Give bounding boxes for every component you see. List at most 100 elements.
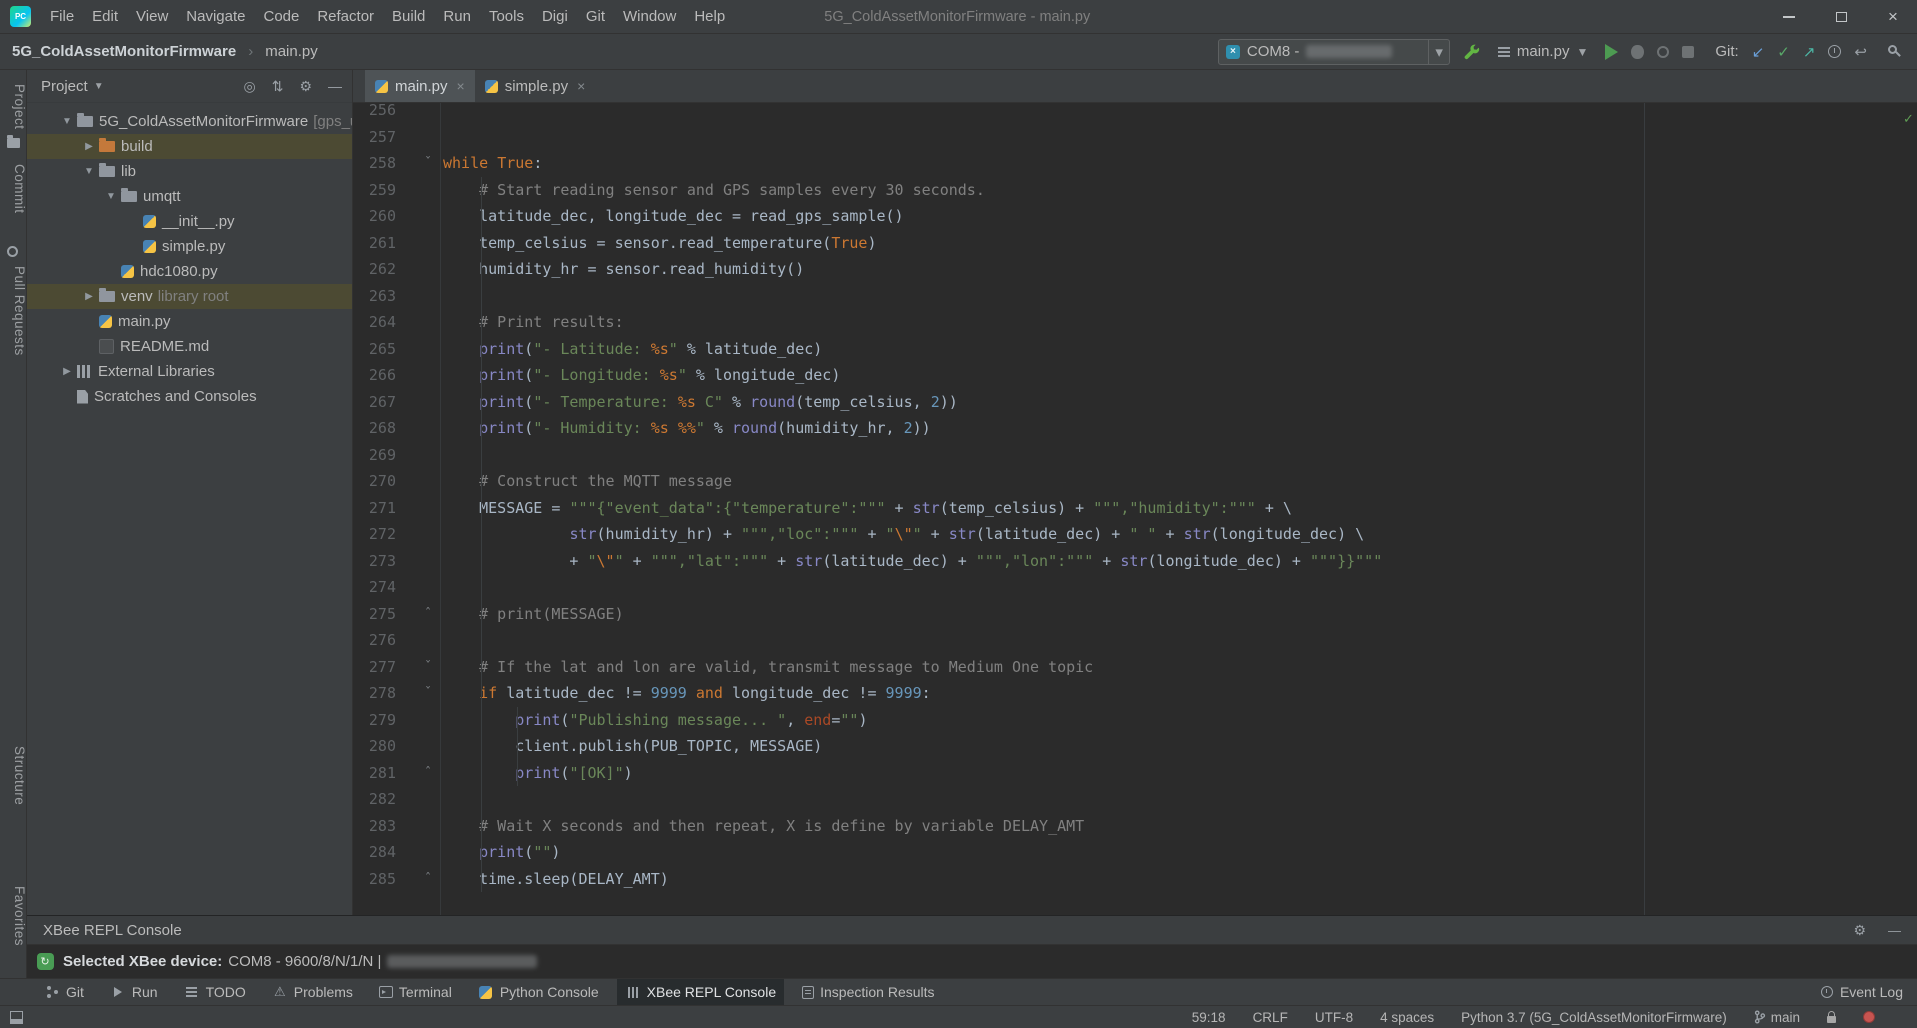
run-button[interactable]	[1605, 44, 1618, 60]
stripe-pull-requests-button[interactable]: Pull Requests	[0, 266, 27, 356]
connect-device-icon[interactable]: ↻	[37, 953, 54, 970]
tree-caret-icon[interactable]: ▶	[57, 359, 77, 384]
fold-icon[interactable]: ˆ	[420, 761, 436, 788]
menu-item-edit[interactable]: Edit	[83, 0, 127, 33]
tree-item-main-py[interactable]: main.py	[27, 309, 352, 334]
tab-simple-py[interactable]: simple.py×	[475, 70, 596, 102]
toolwindow-button-todo[interactable]: TODO	[176, 979, 254, 1005]
toolwindow-button-terminal[interactable]: Terminal	[371, 979, 460, 1005]
caret-position[interactable]: 59:18	[1192, 1010, 1226, 1025]
rollback-icon[interactable]: ↩	[1854, 43, 1867, 61]
gutter-line: 266	[353, 362, 440, 389]
menu-item-help[interactable]: Help	[685, 0, 734, 33]
tree-item-5g-coldassetmonitorfirmware[interactable]: ▼5G_ColdAssetMonitorFirmware[gps_uart	[27, 109, 352, 134]
toolwindow-button-xbee-repl-console[interactable]: XBee REPL Console	[617, 979, 784, 1005]
menu-item-tools[interactable]: Tools	[480, 0, 533, 33]
xctu-wrench-icon[interactable]	[1463, 43, 1481, 61]
settings-gear-icon[interactable]: ⚙	[299, 78, 312, 95]
tree-item-scratches-and-consoles[interactable]: Scratches and Consoles	[27, 384, 352, 409]
toolwindow-switcher-icon[interactable]	[10, 1011, 23, 1024]
console-settings-gear-icon[interactable]: ⚙	[1853, 922, 1866, 939]
tree-caret-icon[interactable]: ▶	[79, 134, 99, 159]
hide-panel-icon[interactable]: —	[328, 78, 342, 94]
toolwindow-button-problems[interactable]: ⚠Problems	[264, 979, 361, 1005]
chevron-down-icon[interactable]: ▼	[94, 81, 104, 92]
close-tab-icon[interactable]: ×	[577, 78, 585, 94]
close-tab-icon[interactable]: ×	[457, 78, 465, 94]
stripe-structure-button[interactable]: Structure	[0, 746, 27, 805]
search-icon[interactable]	[1888, 45, 1897, 54]
toolwindow-button-run[interactable]: Run	[102, 979, 166, 1005]
run-config-select[interactable]: main.py ▼	[1494, 41, 1592, 62]
menu-item-digi[interactable]: Digi	[533, 0, 577, 33]
fold-icon[interactable]: ˆ	[420, 602, 436, 629]
menu-item-run[interactable]: Run	[434, 0, 480, 33]
git-push-icon[interactable]: ↗	[1803, 43, 1816, 61]
tree-caret-icon[interactable]: ▼	[57, 109, 77, 134]
git-commit-icon[interactable]: ✓	[1777, 43, 1790, 61]
file-encoding[interactable]: UTF-8	[1315, 1010, 1353, 1025]
toolwindow-button-inspection-results[interactable]: Inspection Results	[794, 979, 942, 1005]
menu-item-build[interactable]: Build	[383, 0, 434, 33]
stripe-favorites-button[interactable]: Favorites	[0, 886, 27, 946]
tree-caret-icon[interactable]: ▶	[79, 284, 99, 309]
line-number: 278	[369, 684, 396, 702]
fold-icon[interactable]: ˇ	[420, 681, 436, 708]
stripe-pull-request-icon[interactable]	[7, 246, 18, 257]
error-indicator-icon[interactable]	[1863, 1011, 1875, 1023]
history-icon[interactable]	[1828, 45, 1841, 58]
stripe-folder-icon[interactable]	[7, 138, 20, 148]
tree-item-lib[interactable]: ▼lib	[27, 159, 352, 184]
breadcrumb-file[interactable]: main.py	[265, 43, 318, 60]
indent-setting[interactable]: 4 spaces	[1380, 1010, 1434, 1025]
editor-code[interactable]: while True: # Start reading sensor and G…	[441, 103, 1900, 915]
fold-icon[interactable]: ˇ	[420, 655, 436, 682]
menu-item-view[interactable]: View	[127, 0, 177, 33]
expand-collapse-icon[interactable]: ⇅	[272, 78, 284, 95]
stripe-project-button[interactable]: Project	[0, 84, 27, 130]
tree-item-simple-py[interactable]: simple.py	[27, 234, 352, 259]
tree-item-label: simple.py	[162, 234, 225, 259]
com-port-select[interactable]: × COM8 - ▾	[1218, 39, 1450, 65]
menu-item-refactor[interactable]: Refactor	[308, 0, 383, 33]
maximize-button[interactable]	[1833, 9, 1849, 25]
stripe-commit-button[interactable]: Commit	[0, 164, 27, 214]
python-interpreter[interactable]: Python 3.7 (5G_ColdAssetMonitorFirmware)	[1461, 1010, 1727, 1025]
debug-button[interactable]	[1631, 45, 1644, 59]
breadcrumb-separator-icon: ›	[248, 43, 253, 60]
editor-body[interactable]: 256257258ˇ259260261262263264265266267268…	[353, 103, 1917, 915]
close-button[interactable]: ×	[1885, 9, 1901, 25]
toolwindow-button-python-console[interactable]: Python Console	[470, 979, 607, 1005]
tree-item-venv[interactable]: ▶venvlibrary root	[27, 284, 352, 309]
lock-icon[interactable]	[1827, 1016, 1836, 1023]
line-separator[interactable]: CRLF	[1253, 1010, 1288, 1025]
minimize-button[interactable]	[1781, 9, 1797, 25]
tree-caret-icon[interactable]: ▼	[101, 184, 121, 209]
coverage-button[interactable]	[1657, 46, 1669, 58]
tree-item-init-py[interactable]: __init__.py	[27, 209, 352, 234]
menu-item-window[interactable]: Window	[614, 0, 685, 33]
console-hide-icon[interactable]: —	[1888, 923, 1901, 938]
breadcrumb-project[interactable]: 5G_ColdAssetMonitorFirmware	[12, 43, 236, 60]
tab-main-py[interactable]: main.py×	[365, 70, 475, 102]
menu-item-git[interactable]: Git	[577, 0, 614, 33]
fold-icon[interactable]: ˆ	[420, 867, 436, 894]
locate-file-icon[interactable]: ◎	[243, 78, 255, 95]
event-log-button[interactable]: Event Log	[1821, 979, 1903, 1005]
tree-item-hdc1080-py[interactable]: hdc1080.py	[27, 259, 352, 284]
toolwindow-button-git[interactable]: Git	[36, 979, 92, 1005]
tree-item-external-libraries[interactable]: ▶External Libraries	[27, 359, 352, 384]
menu-item-code[interactable]: Code	[254, 0, 308, 33]
error-stripe[interactable]: ✓	[1900, 103, 1917, 915]
tree-item-umqtt[interactable]: ▼umqtt	[27, 184, 352, 209]
tree-caret-icon[interactable]: ▼	[79, 159, 99, 184]
tree-item-build[interactable]: ▶build	[27, 134, 352, 159]
project-panel-title[interactable]: Project	[41, 78, 88, 95]
git-update-icon[interactable]: ↙	[1752, 43, 1765, 61]
stop-button[interactable]	[1682, 46, 1694, 58]
menu-item-file[interactable]: File	[41, 0, 83, 33]
git-branch-widget[interactable]: main	[1754, 1010, 1800, 1025]
menu-item-navigate[interactable]: Navigate	[177, 0, 254, 33]
fold-icon[interactable]: ˇ	[420, 151, 436, 178]
tree-item-readme-md[interactable]: README.md	[27, 334, 352, 359]
